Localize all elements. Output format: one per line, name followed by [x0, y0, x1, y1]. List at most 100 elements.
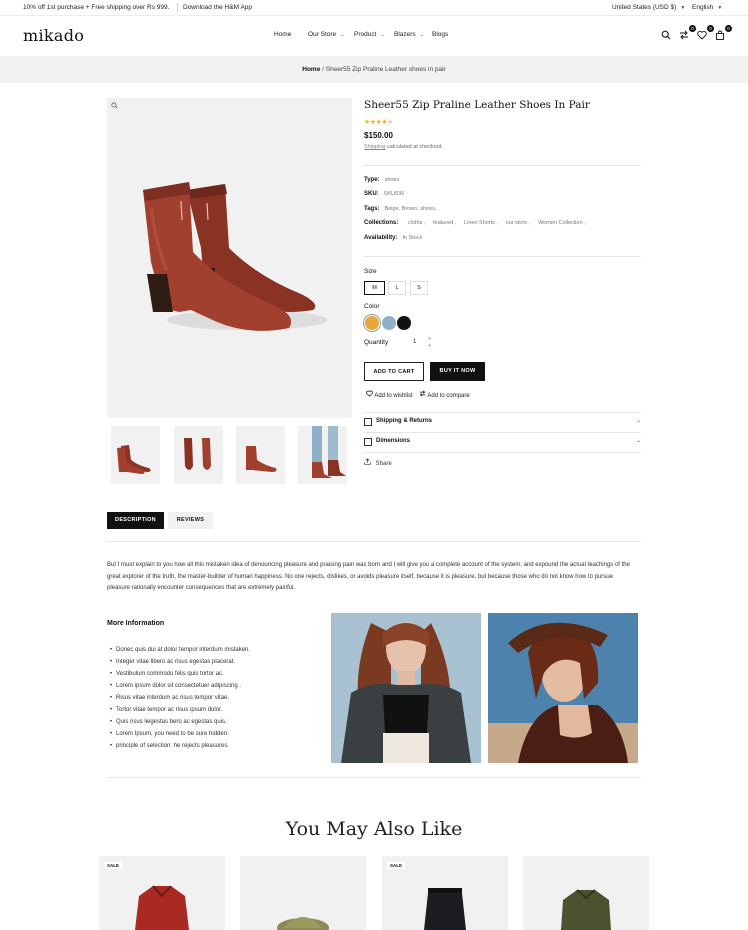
breadcrumb-home-link[interactable]: Home	[302, 66, 320, 73]
meta-key: Tags:	[364, 206, 380, 212]
quantity-value[interactable]: 1	[413, 339, 416, 345]
thumbnail-2[interactable]	[174, 426, 223, 484]
nav-label: Blazers	[394, 31, 416, 38]
rating-stars[interactable]: ★★★★★	[364, 118, 393, 126]
collection-link[interactable]: featured ,	[433, 220, 456, 226]
product-card[interactable]: SALE	[382, 856, 508, 930]
product-main-image[interactable]	[107, 98, 352, 418]
divider	[364, 256, 641, 257]
topbar-divider	[177, 3, 178, 12]
meta-key: SKU:	[364, 191, 379, 197]
divider	[107, 777, 641, 778]
rating-stars-filled: ★★★★	[364, 119, 388, 126]
chevron-down-icon: ▼	[717, 5, 723, 11]
wishlist-label: Add to wishlist	[374, 393, 413, 399]
green-shirt-image	[561, 889, 611, 930]
share-link[interactable]: Share	[364, 458, 392, 467]
share-icon	[364, 458, 371, 465]
model-legs-thumbnail-image	[312, 426, 346, 478]
compare-icon[interactable]: 0	[679, 25, 696, 42]
color-swatch-orange[interactable]	[365, 316, 379, 330]
nav-home[interactable]: Home	[274, 31, 291, 38]
list-item: Integer vitae libero ac risus egestas pl…	[116, 656, 250, 668]
compare-icon	[419, 390, 426, 397]
nav-blogs[interactable]: Blogs	[432, 31, 448, 38]
description-text: But I must explain to you how all this m…	[107, 562, 630, 592]
thumbnail-1[interactable]	[111, 426, 160, 484]
cart-bag-icon[interactable]: 0	[715, 25, 732, 42]
list-item: Quis risus liegestas bero ac egestas qui…	[116, 716, 250, 728]
app-download-link[interactable]: Download the H&M App	[183, 4, 252, 11]
checkbox-icon	[364, 418, 372, 426]
add-to-wishlist-link[interactable]: Add to wishlist	[366, 390, 413, 399]
meta-availability: Availability: In Stock	[364, 235, 422, 241]
search-icon[interactable]	[661, 28, 675, 42]
meta-value: SKU036	[383, 191, 405, 197]
list-item: Vestibulum commodo felis quis tortor ac.	[116, 668, 250, 680]
divider	[107, 541, 641, 542]
nav-label: Our Store	[308, 31, 337, 38]
quantity-decrease-icon[interactable]: +	[428, 343, 431, 349]
size-label: Size	[364, 268, 377, 275]
product-card[interactable]	[240, 856, 366, 930]
meta-key: Type:	[364, 177, 380, 183]
meta-key: Collections:	[364, 220, 399, 226]
currency-selector[interactable]: United States (USD $) ▼	[612, 4, 685, 11]
color-swatch-black[interactable]	[397, 316, 411, 330]
quantity-stepper[interactable]: 1 + +	[409, 336, 433, 350]
chevron-down-icon: ⌄	[340, 32, 345, 38]
collection-link[interactable]: cloths ,	[408, 220, 425, 226]
promo-text: 10% off 1st purchase + Free shipping ove…	[23, 4, 170, 11]
size-option-m[interactable]: M	[364, 281, 385, 295]
nav-blazers[interactable]: Blazers ⌄	[394, 31, 424, 38]
buy-now-button[interactable]: BUY IT NOW	[430, 362, 485, 381]
tab-description[interactable]: DESCRIPTION	[107, 512, 164, 529]
accordion-label: Dimensions	[376, 438, 411, 444]
language-label: English	[692, 4, 714, 11]
wishlist-heart-icon[interactable]: 0	[697, 25, 714, 42]
model-photo-2	[488, 613, 638, 763]
accordion-label: Shipping & Returns	[376, 418, 432, 424]
product-card[interactable]	[523, 856, 649, 930]
breadcrumb-separator: /	[322, 66, 324, 73]
add-to-cart-button[interactable]: ADD TO CART	[364, 362, 424, 381]
nav-our-store[interactable]: Our Store ⌄	[308, 31, 344, 38]
shipping-link[interactable]: Shipping	[364, 144, 385, 150]
color-label: Color	[364, 303, 380, 310]
boot-thumbnail-image	[246, 446, 277, 472]
share-label: Share	[375, 461, 392, 467]
logo[interactable]: mikado	[23, 26, 84, 45]
breadcrumb: Home / Sheer55 Zip Praline Leather shoes…	[0, 56, 748, 83]
list-item: Risus vitae interdum ac risus tempor vit…	[116, 692, 250, 704]
shipping-note: Shipping calculated at checkout.	[364, 144, 443, 150]
product-card[interactable]: SALE	[99, 856, 225, 930]
meta-value[interactable]: Beige, Brown, shoes,	[385, 206, 437, 212]
accordion-dimensions[interactable]: Dimensions ⌄	[364, 433, 641, 453]
collection-link[interactable]: Women Collection ,	[538, 220, 586, 226]
breadcrumb-current: Sheer55 Zip Praline Leather shoes in pai…	[325, 66, 446, 73]
thumbnail-4[interactable]	[298, 426, 347, 484]
color-swatch-blue[interactable]	[382, 316, 396, 330]
size-option-l[interactable]: L	[388, 281, 406, 295]
top-bar: 10% off 1st purchase + Free shipping ove…	[0, 0, 748, 16]
rating-stars-empty: ★	[387, 119, 393, 126]
size-option-s[interactable]: S	[410, 281, 428, 295]
quantity-increase-icon[interactable]: +	[428, 336, 431, 342]
zoom-icon[interactable]	[111, 102, 118, 111]
thumbnail-3[interactable]	[236, 426, 285, 484]
boots-thumbnail-image	[184, 438, 211, 470]
list-item: Lorem Ipsum, you need to be sure hidden.	[116, 728, 250, 740]
language-selector[interactable]: English ▼	[692, 4, 722, 11]
meta-collections: Collections: cloths , featured , Linen S…	[364, 220, 586, 226]
nav-product[interactable]: Product ⌄	[354, 31, 385, 38]
collection-link[interactable]: Linen Shorts ,	[464, 220, 498, 226]
site-header: mikado Home Our Store ⌄ Product ⌄ Blazers ⌄…	[0, 16, 748, 56]
chevron-down-icon: ▼	[680, 5, 686, 11]
sale-badge: SALE	[104, 862, 123, 869]
accordion-shipping-returns[interactable]: Shipping & Returns ⌄	[364, 413, 641, 433]
add-to-compare-link[interactable]: Add to compare	[419, 390, 470, 399]
more-information-title: More Information	[107, 620, 165, 627]
collection-link[interactable]: our store ,	[506, 220, 531, 226]
tab-reviews[interactable]: REVIEWS	[168, 512, 213, 529]
nav-label: Product	[354, 31, 377, 38]
